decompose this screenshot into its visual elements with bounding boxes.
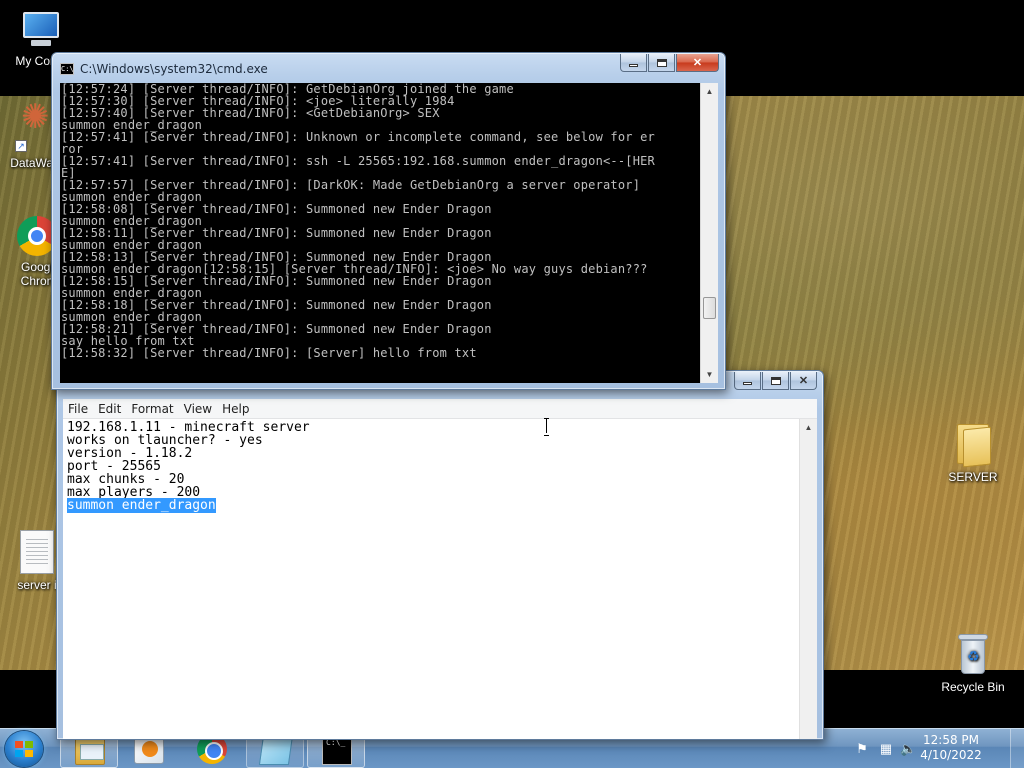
minimize-icon	[743, 382, 752, 385]
menu-help[interactable]: Help	[217, 402, 254, 416]
menu-view[interactable]: View	[179, 402, 217, 416]
text-cursor-icon	[544, 418, 550, 436]
desktop-icon-label: Recycle Bin	[941, 680, 1005, 694]
minimize-icon	[629, 64, 638, 67]
scroll-thumb[interactable]	[703, 297, 716, 319]
computer-icon	[19, 10, 63, 50]
console-line: [12:57:41] [Server thread/INFO]: Unknown…	[61, 130, 655, 144]
notepad-menubar: File Edit Format View Help	[63, 399, 817, 419]
maximize-icon	[770, 376, 781, 385]
close-button[interactable]: ✕	[790, 372, 817, 390]
notepad-window[interactable]: ✕ File Edit Format View Help 192.168.1.1…	[56, 370, 824, 740]
console-line: [12:58:32] [Server thread/INFO]: [Server…	[61, 346, 477, 360]
menu-edit[interactable]: Edit	[93, 402, 126, 416]
menu-file[interactable]: File	[63, 402, 93, 416]
notepad-text-area[interactable]: 192.168.1.11 - minecraft server works on…	[63, 419, 799, 739]
maximize-button[interactable]	[648, 54, 675, 72]
cmd-vertical-scrollbar[interactable]: ▲ ▼	[700, 83, 718, 383]
clock-time: 12:58 PM	[923, 733, 979, 747]
console-output[interactable]: [12:57:24] [Server thread/INFO]: GetDebi…	[60, 83, 700, 383]
scroll-up-arrow-icon[interactable]: ▲	[701, 83, 718, 100]
minimize-button[interactable]	[734, 372, 761, 390]
menu-format[interactable]: Format	[126, 402, 178, 416]
close-button[interactable]: ✕	[676, 54, 719, 72]
volume-icon[interactable]: 🔈	[900, 741, 916, 757]
maximize-icon	[656, 58, 667, 67]
shortcut-arrow-icon: ↗	[15, 140, 27, 152]
clock[interactable]: 12:58 PM 4/10/2022	[916, 733, 986, 763]
notepad-vertical-scrollbar[interactable]: ▲	[799, 419, 817, 739]
cmd-window[interactable]: C:\ C:\Windows\system32\cmd.exe ✕ [12:57…	[51, 52, 726, 390]
clock-date: 4/10/2022	[920, 748, 982, 762]
system-tray: ⚑ ▦ 🔈 12:58 PM 4/10/2022	[854, 729, 1024, 768]
network-icon[interactable]: ▦	[878, 741, 894, 757]
desktop-icon-recycle-bin[interactable]: Recycle Bin	[938, 632, 1008, 694]
cmd-titlebar[interactable]: C:\ C:\Windows\system32\cmd.exe ✕	[52, 53, 725, 83]
maximize-button[interactable]	[762, 372, 789, 390]
action-center-icon[interactable]: ⚑	[854, 741, 870, 757]
selected-text[interactable]: summon ender_dragon	[67, 498, 216, 513]
recycle-bin-icon	[956, 632, 990, 676]
close-icon: ✕	[692, 57, 703, 69]
desktop-icon-label: SERVER	[948, 470, 998, 484]
cmd-icon: C:\	[60, 63, 74, 75]
console-line: [12:57:41] [Server thread/INFO]: ssh -L …	[61, 154, 655, 168]
notepad-caption-buttons: ✕	[733, 372, 817, 390]
show-desktop-button[interactable]	[1010, 729, 1024, 768]
scroll-up-arrow-icon[interactable]: ▲	[800, 419, 817, 436]
desktop-icon-server-folder[interactable]: SERVER	[938, 420, 1008, 484]
text-file-icon	[20, 530, 54, 574]
cmd-caption-buttons: ✕	[619, 54, 719, 72]
folder-icon	[953, 420, 993, 468]
start-button[interactable]	[5, 731, 43, 767]
datawagon-icon: ↗	[15, 110, 55, 152]
scroll-down-arrow-icon[interactable]: ▼	[701, 366, 718, 383]
minimize-button[interactable]	[620, 54, 647, 72]
text-line: version - 1.18.2	[67, 446, 193, 461]
close-icon: ✕	[798, 375, 809, 387]
window-title: C:\Windows\system32\cmd.exe	[80, 62, 268, 76]
